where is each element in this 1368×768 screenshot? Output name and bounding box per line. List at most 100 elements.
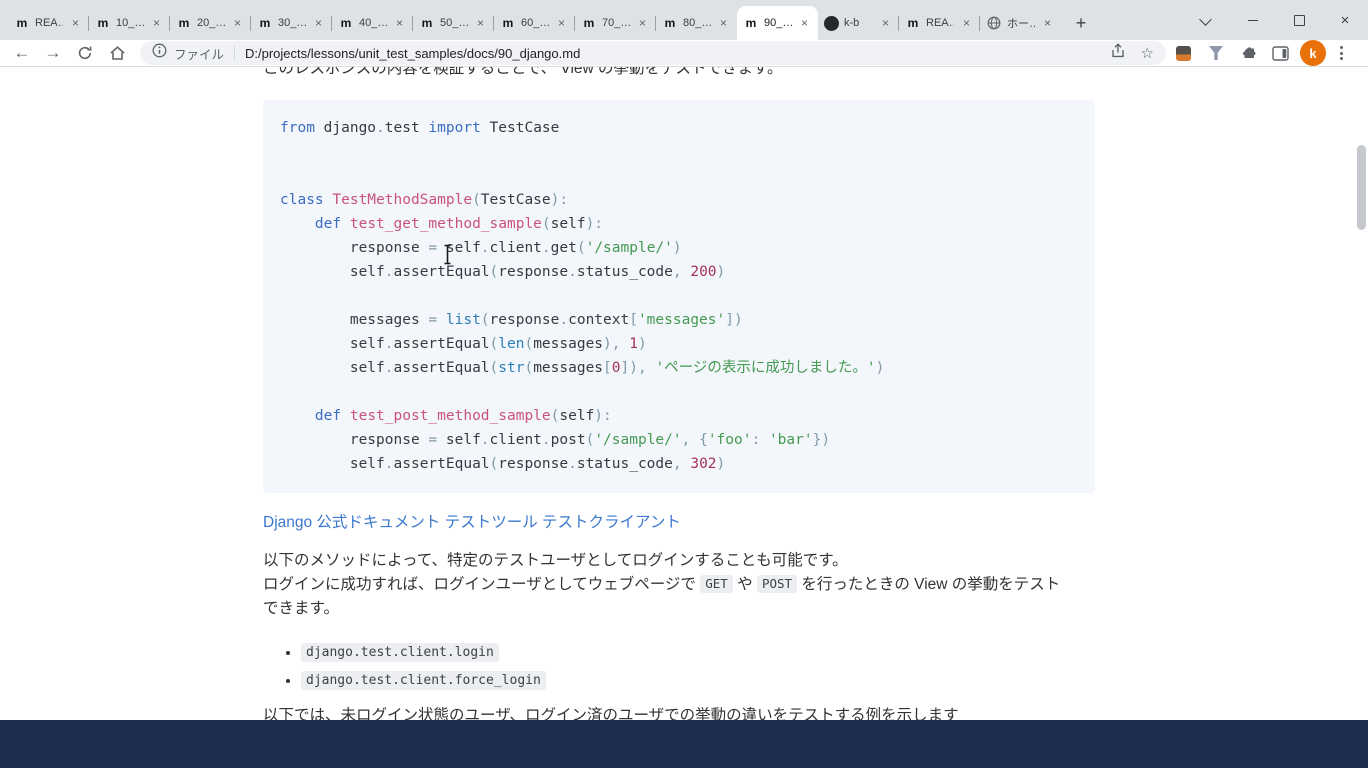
desktop: m REA… × m 10_… × m 20_… × m 30_… × m 40… xyxy=(0,0,1368,768)
globe-favicon-icon xyxy=(986,15,1002,31)
code-line xyxy=(280,164,1095,188)
markdown-favicon-icon: m xyxy=(662,15,678,31)
code-line xyxy=(280,380,1095,404)
code-line xyxy=(280,284,1095,308)
markdown-favicon-icon: m xyxy=(257,15,273,31)
code-line: response = self.client.get('/sample/') xyxy=(280,236,1095,260)
browser-tab[interactable]: m 70_… × xyxy=(575,6,656,40)
window-close-button[interactable]: × xyxy=(1322,0,1368,40)
browser-tab[interactable]: k-b × xyxy=(818,6,899,40)
tab-title: REA… xyxy=(35,17,63,29)
tab-close-icon[interactable]: × xyxy=(878,16,893,31)
tab-close-icon[interactable]: × xyxy=(635,16,650,31)
code-line: response = self.client.post('/sample/', … xyxy=(280,428,1095,452)
browser-tab[interactable]: m 50_… × xyxy=(413,6,494,40)
maximize-button[interactable] xyxy=(1276,0,1322,40)
tab-title: ホー… xyxy=(1007,15,1035,31)
share-icon[interactable] xyxy=(1110,43,1126,64)
home-icon[interactable] xyxy=(102,40,132,66)
bullet-list: django.test.client.login django.test.cli… xyxy=(283,639,546,695)
code-line: self.assertEqual(response.status_code, 3… xyxy=(280,452,1095,476)
tab-close-icon[interactable]: × xyxy=(311,16,326,31)
code-line: def test_post_method_sample(self): xyxy=(280,404,1095,428)
tab-close-icon[interactable]: × xyxy=(230,16,245,31)
tab-title: 60_… xyxy=(521,17,549,29)
tab-close-icon[interactable]: × xyxy=(1040,16,1055,31)
browser-tab[interactable]: m 20_… × xyxy=(170,6,251,40)
taskbar: 検索 b A xyxy=(0,720,1368,768)
markdown-favicon-icon: m xyxy=(500,15,516,31)
bookmark-star-icon[interactable]: ☆ xyxy=(1141,44,1154,62)
tab-close-icon[interactable]: × xyxy=(68,16,83,31)
back-icon[interactable]: ← xyxy=(7,40,37,66)
url-scheme-label: ファイル xyxy=(174,44,224,63)
profile-avatar[interactable]: k xyxy=(1300,40,1326,66)
tab-close-icon[interactable]: × xyxy=(149,16,164,31)
browser-tab-active[interactable]: m 90_… × xyxy=(737,6,818,40)
markdown-favicon-icon: m xyxy=(419,15,435,31)
tab-close-icon[interactable]: × xyxy=(797,16,812,31)
markdown-favicon-icon: m xyxy=(14,15,30,31)
tab-title: 40_… xyxy=(359,17,387,29)
forward-icon[interactable]: → xyxy=(38,40,68,66)
url-text: D:/projects/lessons/unit_test_samples/do… xyxy=(245,46,1110,61)
extension-icon-2[interactable] xyxy=(1209,40,1223,66)
browser-toolbar: ← → ファイル D:/projects/lessons/unit_test_s… xyxy=(0,40,1368,67)
tab-close-icon[interactable]: × xyxy=(554,16,569,31)
browser-tab[interactable]: m 40_… × xyxy=(332,6,413,40)
browser-menu-icon[interactable] xyxy=(1340,40,1343,66)
browser-tab[interactable]: m 30_… × xyxy=(251,6,332,40)
tab-close-icon[interactable]: × xyxy=(473,16,488,31)
extension-icon-1[interactable] xyxy=(1176,40,1191,66)
tab-title: REA… xyxy=(926,17,954,29)
tab-title: 50_… xyxy=(440,17,468,29)
clipped-bottom-paragraph: 以下では、未ログイン状態のユーザ、ログイン済のユーザでの挙動の違いをテストする例… xyxy=(263,704,959,720)
paragraph-line: ログインに成功すれば、ログインユーザとしてウェブページで xyxy=(263,576,700,593)
code-line xyxy=(280,140,1095,164)
code-line: def test_get_method_sample(self): xyxy=(280,212,1095,236)
tab-title: 10_… xyxy=(116,17,144,29)
inline-code: django.test.client.login xyxy=(301,643,499,662)
minimize-button[interactable] xyxy=(1230,0,1276,40)
browser-tab[interactable]: m 80_… × xyxy=(656,6,737,40)
tab-close-icon[interactable]: × xyxy=(392,16,407,31)
markdown-favicon-icon: m xyxy=(338,15,354,31)
scrollbar-thumb[interactable] xyxy=(1357,145,1366,230)
code-line: self.assertEqual(str(messages[0]), 'ページの… xyxy=(280,356,1095,380)
code-line: messages = list(response.context['messag… xyxy=(280,308,1095,332)
browser-tab[interactable]: m REA… × xyxy=(899,6,980,40)
tab-close-icon[interactable]: × xyxy=(959,16,974,31)
inline-code-get: GET xyxy=(700,575,733,593)
browser-tab[interactable]: m 10_… × xyxy=(89,6,170,40)
extensions-puzzle-icon[interactable] xyxy=(1240,40,1258,66)
code-line: class TestMethodSample(TestCase): xyxy=(280,188,1095,212)
browser-tab[interactable]: m 60_… × xyxy=(494,6,575,40)
browser-tab[interactable]: m REA… × xyxy=(8,6,89,40)
browser-tab[interactable]: ホー… × xyxy=(980,6,1061,40)
markdown-favicon-icon: m xyxy=(95,15,111,31)
list-item: django.test.client.login xyxy=(301,639,546,667)
code-line: self.assertEqual(response.status_code, 2… xyxy=(280,260,1095,284)
list-item: django.test.client.force_login xyxy=(301,667,546,695)
code-line: from django.test import TestCase xyxy=(280,116,1095,140)
markdown-favicon-icon: m xyxy=(176,15,192,31)
reload-icon[interactable] xyxy=(70,40,100,66)
code-line: self.assertEqual(len(messages), 1) xyxy=(280,332,1095,356)
github-favicon-icon xyxy=(824,16,839,31)
tab-title: 30_… xyxy=(278,17,306,29)
address-bar[interactable]: ファイル D:/projects/lessons/unit_test_sampl… xyxy=(140,41,1166,65)
tab-close-icon[interactable]: × xyxy=(716,16,731,31)
tab-title: 20_… xyxy=(197,17,225,29)
new-tab-button[interactable]: + xyxy=(1068,10,1094,36)
inline-code-post: POST xyxy=(757,575,797,593)
tab-strip: m REA… × m 10_… × m 20_… × m 30_… × m 40… xyxy=(0,0,1368,40)
paragraph: 以下のメソッドによって、特定のテストユーザとしてログインすることも可能です。 ロ… xyxy=(263,549,1108,621)
tab-search-chevron-icon[interactable] xyxy=(1192,8,1218,34)
markdown-favicon-icon: m xyxy=(905,15,921,31)
side-panel-icon[interactable] xyxy=(1272,40,1289,66)
doc-link[interactable]: Django 公式ドキュメント テストツール テストクライアント xyxy=(263,510,681,532)
markdown-favicon-icon: m xyxy=(743,15,759,31)
site-info-icon[interactable] xyxy=(152,43,167,63)
tab-title: 70_… xyxy=(602,17,630,29)
paragraph-line: や xyxy=(733,576,757,593)
